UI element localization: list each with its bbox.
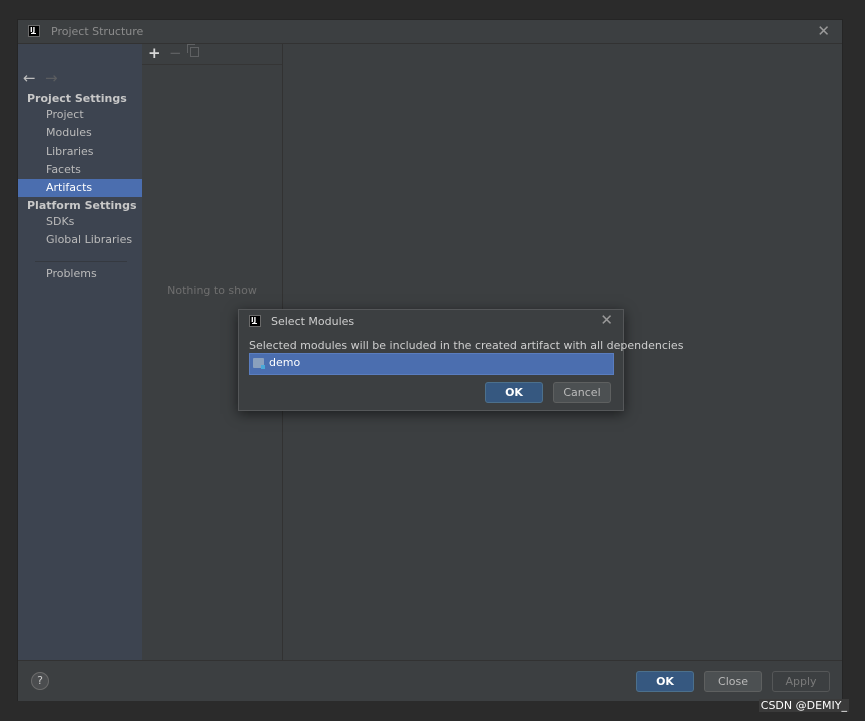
module-label: demo bbox=[269, 356, 301, 369]
list-item[interactable]: demo bbox=[249, 353, 614, 375]
dialog-close-icon[interactable]: ✕ bbox=[600, 311, 613, 329]
sidebar-item-sdks[interactable]: SDKs bbox=[18, 213, 142, 231]
watermark: CSDN @DEMIY_ bbox=[758, 699, 849, 712]
close-button[interactable]: Close bbox=[704, 671, 762, 692]
dialog-footer: ? OK Close Apply bbox=[18, 660, 842, 701]
window-close-icon[interactable]: ✕ bbox=[817, 22, 830, 40]
title-bar: IJ Project Structure ✕ bbox=[18, 20, 842, 44]
settings-sidebar: ← → Project Settings Project Modules Lib… bbox=[18, 44, 143, 660]
nav-row: ← → bbox=[18, 68, 141, 90]
sidebar-item-project[interactable]: Project bbox=[18, 106, 142, 124]
help-icon[interactable]: ? bbox=[31, 672, 49, 690]
ok-button[interactable]: OK bbox=[636, 671, 694, 692]
remove-icon[interactable]: − bbox=[169, 44, 182, 62]
intellij-logo-icon: IJ bbox=[28, 25, 40, 37]
platform-settings-header: Platform Settings bbox=[27, 199, 137, 212]
dialog-description: Selected modules will be included in the… bbox=[249, 339, 684, 352]
project-settings-header: Project Settings bbox=[27, 92, 127, 105]
window-title: Project Structure bbox=[51, 25, 144, 38]
dialog-title: Select Modules bbox=[271, 315, 355, 328]
add-icon[interactable]: + bbox=[148, 44, 161, 62]
module-folder-icon bbox=[253, 358, 265, 369]
dialog-cancel-button[interactable]: Cancel bbox=[553, 382, 611, 403]
artifacts-toolbar: + − bbox=[142, 44, 282, 65]
sidebar-item-global-libraries[interactable]: Global Libraries bbox=[18, 231, 142, 249]
sidebar-item-facets[interactable]: Facets bbox=[18, 161, 142, 179]
select-modules-dialog: IJ Select Modules ✕ Selected modules wil… bbox=[238, 309, 683, 411]
sidebar-item-artifacts[interactable]: Artifacts bbox=[18, 179, 142, 197]
sidebar-item-libraries[interactable]: Libraries bbox=[18, 143, 142, 161]
dialog-ok-button[interactable]: OK bbox=[485, 382, 543, 403]
back-arrow-icon[interactable]: ← bbox=[23, 69, 36, 87]
forward-arrow-icon[interactable]: → bbox=[45, 69, 58, 87]
sidebar-divider bbox=[35, 261, 127, 262]
copy-icon[interactable] bbox=[187, 44, 199, 57]
empty-state-text: Nothing to show bbox=[167, 284, 257, 297]
sidebar-item-problems[interactable]: Problems bbox=[18, 265, 142, 283]
sidebar-item-modules[interactable]: Modules bbox=[18, 124, 142, 142]
intellij-logo-icon: IJ bbox=[249, 315, 261, 327]
apply-button[interactable]: Apply bbox=[772, 671, 830, 692]
